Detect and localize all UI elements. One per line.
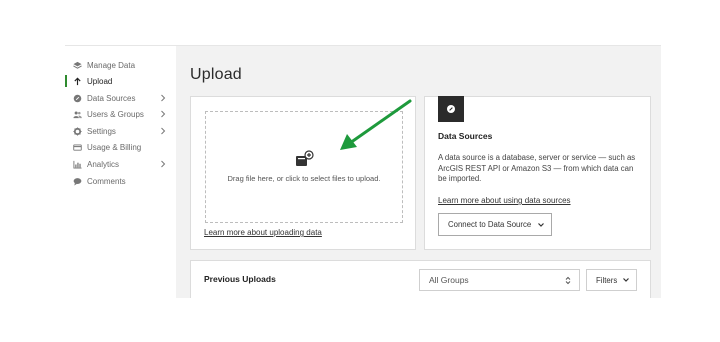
connect-data-source-button[interactable]: Connect to Data Source bbox=[438, 213, 552, 236]
dropzone-text: Drag file here, or click to select files… bbox=[227, 174, 381, 183]
page-title: Upload bbox=[190, 66, 242, 83]
billing-icon bbox=[72, 142, 82, 152]
group-select[interactable]: All Groups bbox=[419, 269, 580, 291]
sidebar-item-comments[interactable]: Comments bbox=[65, 173, 173, 189]
sidebar-item-usage-billing[interactable]: Usage & Billing bbox=[65, 139, 173, 155]
sidebar-item-label: Users & Groups bbox=[87, 109, 144, 119]
previous-uploads-card: Previous Uploads All Groups Filters bbox=[190, 260, 651, 298]
active-indicator bbox=[65, 75, 67, 87]
sidebar-item-users-groups[interactable]: Users & Groups bbox=[65, 106, 173, 122]
data-sources-card: Data Sources A data source is a database… bbox=[424, 96, 651, 250]
data-source-icon bbox=[438, 96, 464, 122]
bar-chart-icon bbox=[72, 159, 82, 169]
sidebar-item-settings[interactable]: Settings bbox=[65, 123, 173, 139]
previous-uploads-title: Previous Uploads bbox=[204, 274, 276, 284]
gear-icon bbox=[72, 126, 82, 136]
sidebar-item-label: Data Sources bbox=[87, 93, 136, 103]
connect-data-source-label: Connect to Data Source bbox=[448, 220, 532, 229]
chevron-right-icon bbox=[161, 160, 166, 168]
data-sources-title: Data Sources bbox=[438, 131, 493, 141]
filters-label: Filters bbox=[596, 275, 618, 285]
app-frame: Manage Data Upload Data Sources Users & … bbox=[65, 45, 661, 298]
sidebar-item-label: Settings bbox=[87, 126, 116, 136]
sidebar-item-manage-data[interactable]: Manage Data bbox=[65, 57, 173, 73]
data-sources-description: A data source is a database, server or s… bbox=[438, 153, 636, 183]
group-select-value: All Groups bbox=[429, 275, 469, 285]
sidebar-item-data-sources[interactable]: Data Sources bbox=[65, 90, 173, 106]
layers-icon bbox=[72, 60, 82, 70]
chevron-down-icon bbox=[623, 278, 630, 282]
select-arrows-icon bbox=[565, 276, 571, 285]
upload-arrow-icon bbox=[72, 76, 82, 86]
chevron-right-icon bbox=[161, 110, 166, 118]
data-source-icon bbox=[72, 93, 82, 103]
comment-icon bbox=[72, 176, 82, 186]
sidebar-item-upload[interactable]: Upload bbox=[65, 73, 173, 89]
chevron-right-icon bbox=[161, 94, 166, 102]
sidebar: Manage Data Upload Data Sources Users & … bbox=[65, 46, 176, 298]
chevron-down-icon bbox=[538, 222, 545, 227]
main-content: Upload Drag file here, or click to selec… bbox=[176, 46, 661, 298]
sidebar-item-analytics[interactable]: Analytics bbox=[65, 156, 173, 172]
sidebar-item-label: Usage & Billing bbox=[87, 142, 142, 152]
sidebar-item-label: Comments bbox=[87, 176, 126, 186]
users-icon bbox=[72, 109, 82, 119]
sidebar-item-label: Upload bbox=[87, 76, 113, 86]
learn-more-upload-link[interactable]: Learn more about uploading data bbox=[204, 228, 322, 237]
filters-button[interactable]: Filters bbox=[586, 269, 637, 291]
annotation-arrow bbox=[340, 99, 412, 150]
learn-more-data-sources-link[interactable]: Learn more about using data sources bbox=[438, 196, 571, 205]
add-file-icon bbox=[296, 150, 314, 166]
sidebar-item-label: Analytics bbox=[87, 159, 120, 169]
chevron-right-icon bbox=[161, 127, 166, 135]
sidebar-item-label: Manage Data bbox=[87, 60, 136, 70]
